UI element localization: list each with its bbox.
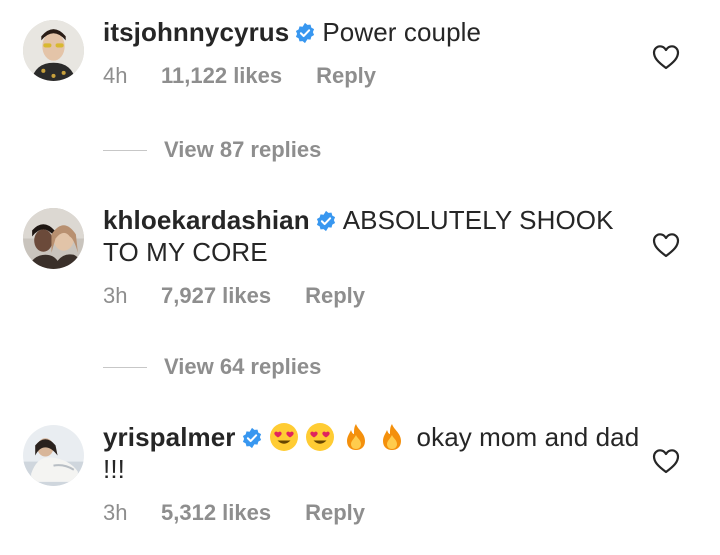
reply-button[interactable]: Reply <box>305 282 365 310</box>
divider <box>103 366 147 368</box>
verified-badge-icon <box>315 207 337 232</box>
comment-body: itsjohnnycyrus Power couple 4h 11,122 lik… <box>103 16 640 90</box>
like-heart-icon[interactable] <box>652 448 680 474</box>
fire-emoji-icon <box>341 422 371 452</box>
likes-count[interactable]: 7,927 likes <box>161 282 271 310</box>
heart-eyes-emoji-icon <box>305 422 335 452</box>
likes-count[interactable]: 5,312 likes <box>161 499 271 527</box>
username[interactable]: itsjohnnycyrus <box>103 17 289 47</box>
verified-badge-icon <box>241 424 263 449</box>
heart-eyes-emoji-icon <box>269 422 299 452</box>
fire-emoji-icon <box>377 422 407 452</box>
comment-text: Power couple <box>322 17 482 47</box>
comments-feed: itsjohnnycyrus Power couple 4h 11,122 lik… <box>0 0 720 555</box>
username[interactable]: khloekardashian <box>103 205 310 235</box>
comment-text-line: khloekardashian ABSOLUTELY SHOOK TO MY CO… <box>103 204 640 268</box>
comment-time: 3h <box>103 283 128 308</box>
divider <box>103 149 147 151</box>
verified-badge-icon <box>294 19 316 44</box>
username[interactable]: yrispalmer <box>103 422 236 452</box>
reply-button[interactable]: Reply <box>316 62 376 90</box>
comment-meta: 3h 7,927 likes Reply <box>103 282 640 310</box>
avatar-image <box>23 208 84 269</box>
comment-item: khloekardashian ABSOLUTELY SHOOK TO MY CO… <box>0 195 720 345</box>
comment-time: 4h <box>103 63 128 88</box>
like-heart-icon[interactable] <box>652 232 680 258</box>
comment-body: yrispalmer okay mom and dad !!! 3h 5,312 … <box>103 421 640 527</box>
comment-item: yrispalmer okay mom and dad !!! 3h 5,312 … <box>0 412 720 555</box>
avatar[interactable] <box>23 425 84 486</box>
comment-item: itsjohnnycyrus Power couple 4h 11,122 lik… <box>0 0 720 130</box>
likes-count[interactable]: 11,122 likes <box>161 62 282 90</box>
avatar[interactable] <box>23 208 84 269</box>
view-replies-label: View 87 replies <box>164 137 322 162</box>
view-replies-label: View 64 replies <box>164 354 322 379</box>
view-replies-button[interactable]: View 64 replies <box>103 352 321 382</box>
comment-text-line: itsjohnnycyrus Power couple <box>103 16 640 48</box>
comment-meta: 4h 11,122 likes Reply <box>103 62 640 90</box>
view-replies-button[interactable]: View 87 replies <box>103 135 321 165</box>
reply-button[interactable]: Reply <box>305 499 365 527</box>
comment-body: khloekardashian ABSOLUTELY SHOOK TO MY CO… <box>103 204 640 310</box>
comment-time: 3h <box>103 500 128 525</box>
avatar-image <box>23 20 84 81</box>
comment-text-line: yrispalmer okay mom and dad !!! <box>103 421 640 485</box>
avatar[interactable] <box>23 20 84 81</box>
avatar-image <box>23 425 84 486</box>
like-heart-icon[interactable] <box>652 44 680 70</box>
comment-meta: 3h 5,312 likes Reply <box>103 499 640 527</box>
